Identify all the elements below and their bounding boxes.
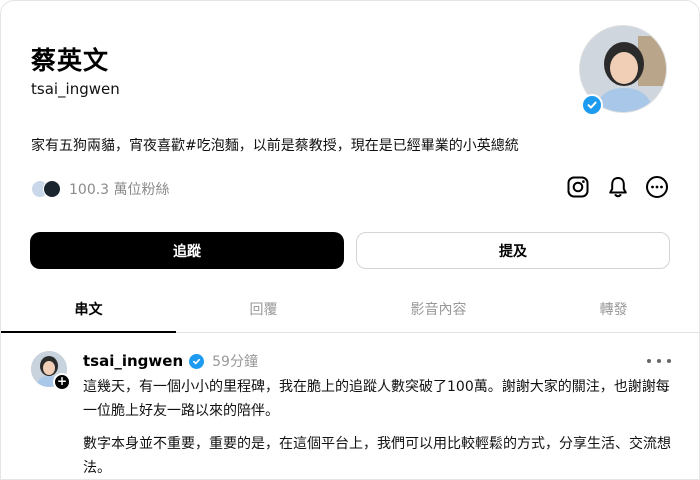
post-header: tsai_ingwen 59分鐘: [83, 351, 258, 371]
follower-avatar: [43, 180, 61, 198]
follow-plus-icon[interactable]: +: [53, 373, 71, 391]
profile-bio: 家有五狗兩貓，宵夜喜歡#吃泡麵，以前是蔡教授，現在是已經畢業的小英總統: [31, 138, 519, 154]
profile-display-name: 蔡英文: [31, 46, 110, 75]
followers-count[interactable]: 100.3 萬位粉絲: [69, 179, 170, 199]
verified-badge-icon: [581, 94, 603, 116]
followers-row[interactable]: 100.3 萬位粉絲: [31, 177, 170, 201]
post-username[interactable]: tsai_ingwen: [83, 352, 183, 370]
post-more-icon[interactable]: [647, 353, 671, 369]
post-body: 這幾天，有一個小小的里程碑，我在脆上的追蹤人數突破了100萬。謝謝大家的關注，也…: [83, 375, 683, 480]
post-paragraph: 數字本身並不重要，重要的是，在這個平台上，我們可以用比較輕鬆的方式，分享生活、交…: [83, 436, 671, 476]
post-paragraph: 這幾天，有一個小小的里程碑，我在脆上的追蹤人數突破了100萬。謝謝大家的關注，也…: [83, 379, 670, 419]
tab-media[interactable]: 影音內容: [351, 285, 526, 333]
post-timestamp[interactable]: 59分鐘: [212, 351, 258, 371]
profile-card: 蔡英文 tsai_ingwen 家有五狗兩貓，宵夜喜歡#吃泡麵，以前是蔡教授，現…: [0, 0, 700, 480]
follower-avatars: [31, 180, 61, 198]
profile-tabs: 串文 回覆 影音內容 轉發: [1, 285, 700, 333]
instagram-icon[interactable]: [565, 174, 591, 200]
mention-button[interactable]: 提及: [356, 232, 670, 269]
profile-username: tsai_ingwen: [31, 80, 120, 98]
tab-replies[interactable]: 回覆: [176, 285, 351, 333]
follow-button[interactable]: 追蹤: [30, 232, 344, 269]
tab-threads[interactable]: 串文: [1, 285, 176, 333]
bell-icon[interactable]: [605, 174, 631, 200]
more-circle-icon[interactable]: [644, 174, 670, 200]
tab-reposts[interactable]: 轉發: [526, 285, 700, 333]
active-tab-indicator: [1, 331, 176, 333]
verified-badge-icon: [189, 353, 205, 369]
